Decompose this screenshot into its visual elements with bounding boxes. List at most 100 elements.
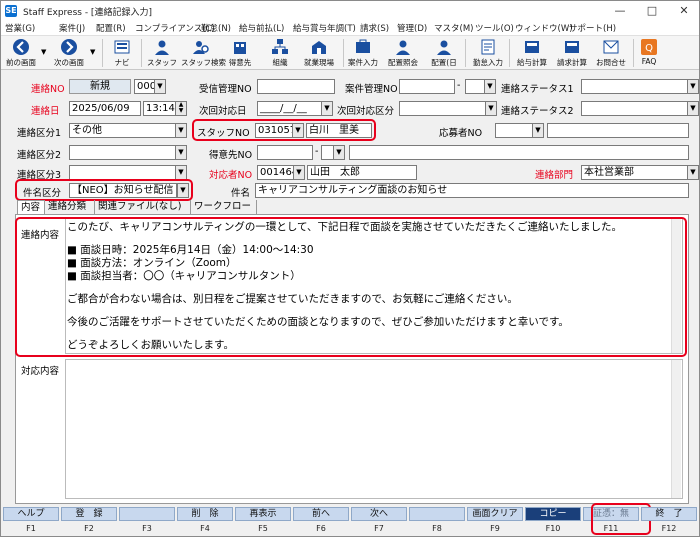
status1-field[interactable] [581,79,689,94]
tokuisaki-button[interactable]: 得意先 [225,37,255,69]
anken-kanri-no-field[interactable] [399,79,455,94]
f6-prev-button[interactable]: 前へ [293,507,349,521]
f1-help-button[interactable]: ヘルプ [3,507,59,521]
kubun1-label: 連絡区分1 [17,128,62,139]
jikai-taiou-bi-dropdown-icon[interactable]: ▼ [321,101,333,116]
f12-exit-button[interactable]: 終 了 [641,507,697,521]
kubun1-field[interactable]: その他 [69,123,177,138]
menu-haichi[interactable]: 配置(R) [96,22,126,34]
menu-eigyou[interactable]: 営業(G) [5,22,35,34]
tokuisaki-no-label: 得意先NO [209,150,253,161]
menu-window[interactable]: ウィンドウ(W) [515,22,573,34]
menu-kanri[interactable]: 管理(D) [397,22,427,34]
staff-highlight-box [192,119,376,141]
tokuisaki-no-dropdown-icon[interactable]: ▼ [333,145,345,160]
f10-copy-button[interactable]: コピー [525,507,581,521]
faq-button[interactable]: Q FAQ [637,37,661,69]
time-spinner-icon[interactable]: ▲ ▼ [175,101,187,116]
haichi-shokai-button[interactable]: 配置照会 [385,37,421,69]
oubosha-no-dropdown-icon[interactable]: ▼ [532,123,544,138]
jikai-taiou-bi-field[interactable]: ____/__/__ [257,101,323,116]
tokuisaki-no-field[interactable] [257,145,313,160]
renraku-no-sub-dropdown-icon[interactable]: ▼ [154,79,166,94]
shugyo-genba-button[interactable]: 就業現場 [299,37,339,69]
kubun1-dropdown-icon[interactable]: ▼ [175,123,187,138]
menu-kyuyo-maebarai[interactable]: 給与前払(L) [239,22,284,34]
f8-button[interactable] [409,507,465,521]
jikai-taiou-kubun-field[interactable] [399,101,487,116]
taiou-naiyou-textarea[interactable] [65,359,683,499]
menu-kyuyo-shoyo[interactable]: 給与賞与年調(T) [293,22,356,34]
taiousha-no-field[interactable]: 001464 [257,165,295,180]
menu-master[interactable]: マスタ(M) [434,22,473,34]
kubun2-field[interactable] [69,145,177,160]
status2-dropdown-icon[interactable]: ▼ [687,101,699,116]
maximize-icon[interactable]: □ [637,1,667,21]
f2-register-button[interactable]: 登 録 [61,507,117,521]
tab-renraku-bunrui[interactable]: 連絡分類 [45,200,95,214]
menu-support[interactable]: サポート(H) [569,22,616,34]
payroll-icon [525,41,539,53]
menu-anken[interactable]: 案件(J) [59,22,85,34]
kenmei-field[interactable]: キャリアコンサルティング面談のお知らせ [255,183,689,198]
taiousha-no-label: 対応者NO [209,170,253,181]
tab-naiyou[interactable]: 内容 [17,200,45,214]
soshiki-button[interactable]: 組織 [265,37,295,69]
f3-button[interactable] [119,507,175,521]
status1-dropdown-icon[interactable]: ▼ [687,79,699,94]
f3-label: F3 [142,524,152,533]
tab-kanren-file[interactable]: 関連ファイル(なし) [95,200,191,214]
inquiry-button[interactable]: お問合せ [593,37,629,69]
invoice-icon [565,41,579,53]
tokuisaki-name-field [349,145,689,160]
haichi-hi-button[interactable]: 配置(日 [425,37,463,69]
staff-button[interactable]: スタッフ [145,37,179,69]
anken-nyuryoku-button[interactable]: 案件入力 [345,37,381,69]
f6-label: F6 [316,524,326,533]
f4-label: F4 [200,524,210,533]
f9-label: F9 [490,524,500,533]
anken-kanri-no-dropdown-icon[interactable]: ▼ [484,79,496,94]
organization-icon [272,39,288,54]
kubun3-dropdown-icon[interactable]: ▼ [175,165,187,180]
f12-label: F12 [661,524,677,533]
menu-seikyu[interactable]: 請求(S) [360,22,389,34]
f5-refresh-button[interactable]: 再表示 [235,507,291,521]
menu-kintai[interactable]: 勤怠(N) [201,22,231,34]
renraku-no-field: 新規 [69,79,131,94]
taiou-naiyou-scrollbar[interactable] [671,360,681,498]
taiousha-no-dropdown-icon[interactable]: ▼ [293,165,305,180]
kyuyo-keisan-button[interactable]: 給与計算 [513,37,551,69]
back-button[interactable]: 前の画面 [3,37,39,69]
kubun3-field[interactable] [69,165,177,180]
menu-tools[interactable]: ツール(O) [475,22,514,34]
oubosha-no-field[interactable] [495,123,533,138]
navi-button[interactable]: ナビ [107,37,137,69]
staff-search-button[interactable]: スタッフ検索 [181,37,226,69]
jikai-taiou-bi-label: 次回対応日 [199,106,247,117]
renraku-no-sub-field[interactable]: 000 [134,79,156,94]
f7-next-button[interactable]: 次へ [351,507,407,521]
minimize-icon[interactable]: — [605,1,635,21]
renraku-bi-field[interactable]: 2025/06/09 [69,101,141,116]
status2-field[interactable] [581,101,689,116]
back-dropdown-icon[interactable]: ▼ [41,48,46,56]
renraku-time-field[interactable]: 13:14 [143,101,177,116]
anken-kanri-no-sub-field[interactable] [465,79,485,94]
anken-kanri-no-dash: - [457,80,461,91]
kintai-nyuryoku-button[interactable]: 勤怠入力 [469,37,507,69]
f4-delete-button[interactable]: 削 除 [177,507,233,521]
seikyu-keisan-button[interactable]: 請求計算 [553,37,591,69]
forward-dropdown-icon[interactable]: ▼ [90,48,95,56]
renraku-bumon-dropdown-icon[interactable]: ▼ [687,165,699,180]
tab-workflow[interactable]: ワークフロー [191,200,257,214]
jushin-kanri-no-label: 受信管理NO [199,84,252,95]
faq-icon: Q [641,39,657,55]
kubun2-dropdown-icon[interactable]: ▼ [175,145,187,160]
jikai-taiou-kubun-dropdown-icon[interactable]: ▼ [485,101,497,116]
close-icon[interactable]: ✕ [669,1,699,21]
forward-button[interactable]: 次の画面 [49,37,89,69]
f9-clear-button[interactable]: 画面クリア [467,507,523,521]
renraku-bumon-field[interactable]: 本社営業部 [581,165,689,180]
jushin-kanri-no-field[interactable] [257,79,335,94]
